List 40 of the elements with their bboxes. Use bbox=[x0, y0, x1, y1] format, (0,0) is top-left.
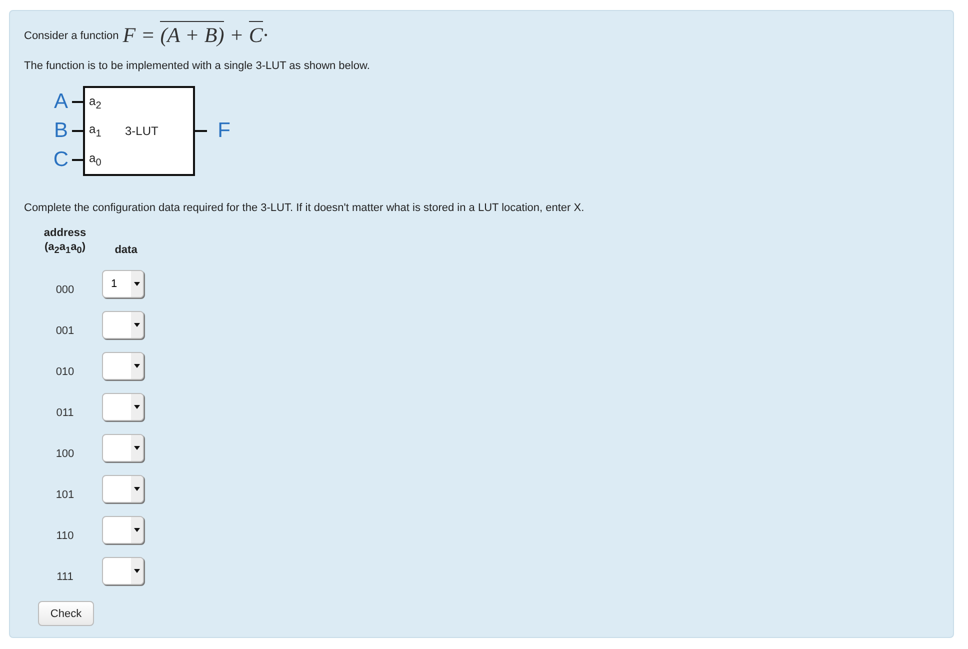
address-cell-text: 101 bbox=[54, 489, 76, 504]
intro-text: Consider a function bbox=[24, 30, 119, 42]
caret-icon bbox=[131, 353, 143, 380]
data-select[interactable] bbox=[102, 475, 144, 504]
port-label: a$_{2}$ bbox=[89, 94, 102, 112]
column-header: data bbox=[114, 243, 138, 258]
input-label: C bbox=[52, 148, 70, 172]
caret-icon bbox=[131, 271, 143, 298]
formula: F = (A + B) + C· bbox=[122, 23, 268, 48]
address-cell-text: 001 bbox=[54, 325, 76, 340]
address-cell-text: 011 bbox=[55, 407, 75, 422]
caret-icon bbox=[131, 517, 143, 544]
output-label: F bbox=[216, 119, 232, 143]
address-cell-text: 100 bbox=[54, 448, 76, 462]
data-select[interactable] bbox=[102, 311, 144, 340]
caret-icon bbox=[131, 312, 143, 338]
data-select[interactable] bbox=[102, 434, 144, 462]
data-select[interactable]: 1 bbox=[102, 270, 144, 298]
data-select[interactable] bbox=[102, 557, 144, 586]
input-label: A bbox=[52, 90, 69, 114]
address-cell-text: 110 bbox=[55, 530, 75, 544]
port-label: a$_{0}$ bbox=[89, 150, 102, 168]
data-select[interactable] bbox=[102, 516, 144, 544]
instruction-text: Complete the configuration data required for the 3-LUT. If it doesn't matter what is stored in a LUT location, enter X. bbox=[24, 202, 586, 214]
caret-icon bbox=[131, 558, 143, 584]
caret-icon bbox=[131, 476, 143, 502]
description-text: The function is to be implemented with a single 3-LUT as shown below. bbox=[24, 60, 371, 72]
address-cell-text: 000 bbox=[54, 284, 76, 298]
data-select[interactable] bbox=[102, 393, 144, 422]
input-label: B bbox=[52, 118, 69, 143]
column-header: address bbox=[44, 226, 86, 240]
caret-icon bbox=[131, 435, 143, 462]
address-cell-text: 010 bbox=[54, 366, 76, 380]
port-label: a$_{1}$ bbox=[89, 122, 102, 140]
check-button[interactable]: Check bbox=[38, 601, 94, 626]
address-cell-text: 111 bbox=[56, 571, 74, 586]
data-select[interactable] bbox=[102, 352, 144, 380]
block-label: 3-LUT bbox=[125, 124, 158, 138]
caret-icon bbox=[131, 394, 143, 420]
column-header: (a$_{2}$a$_{1}$a$_{0}$) bbox=[44, 240, 86, 258]
